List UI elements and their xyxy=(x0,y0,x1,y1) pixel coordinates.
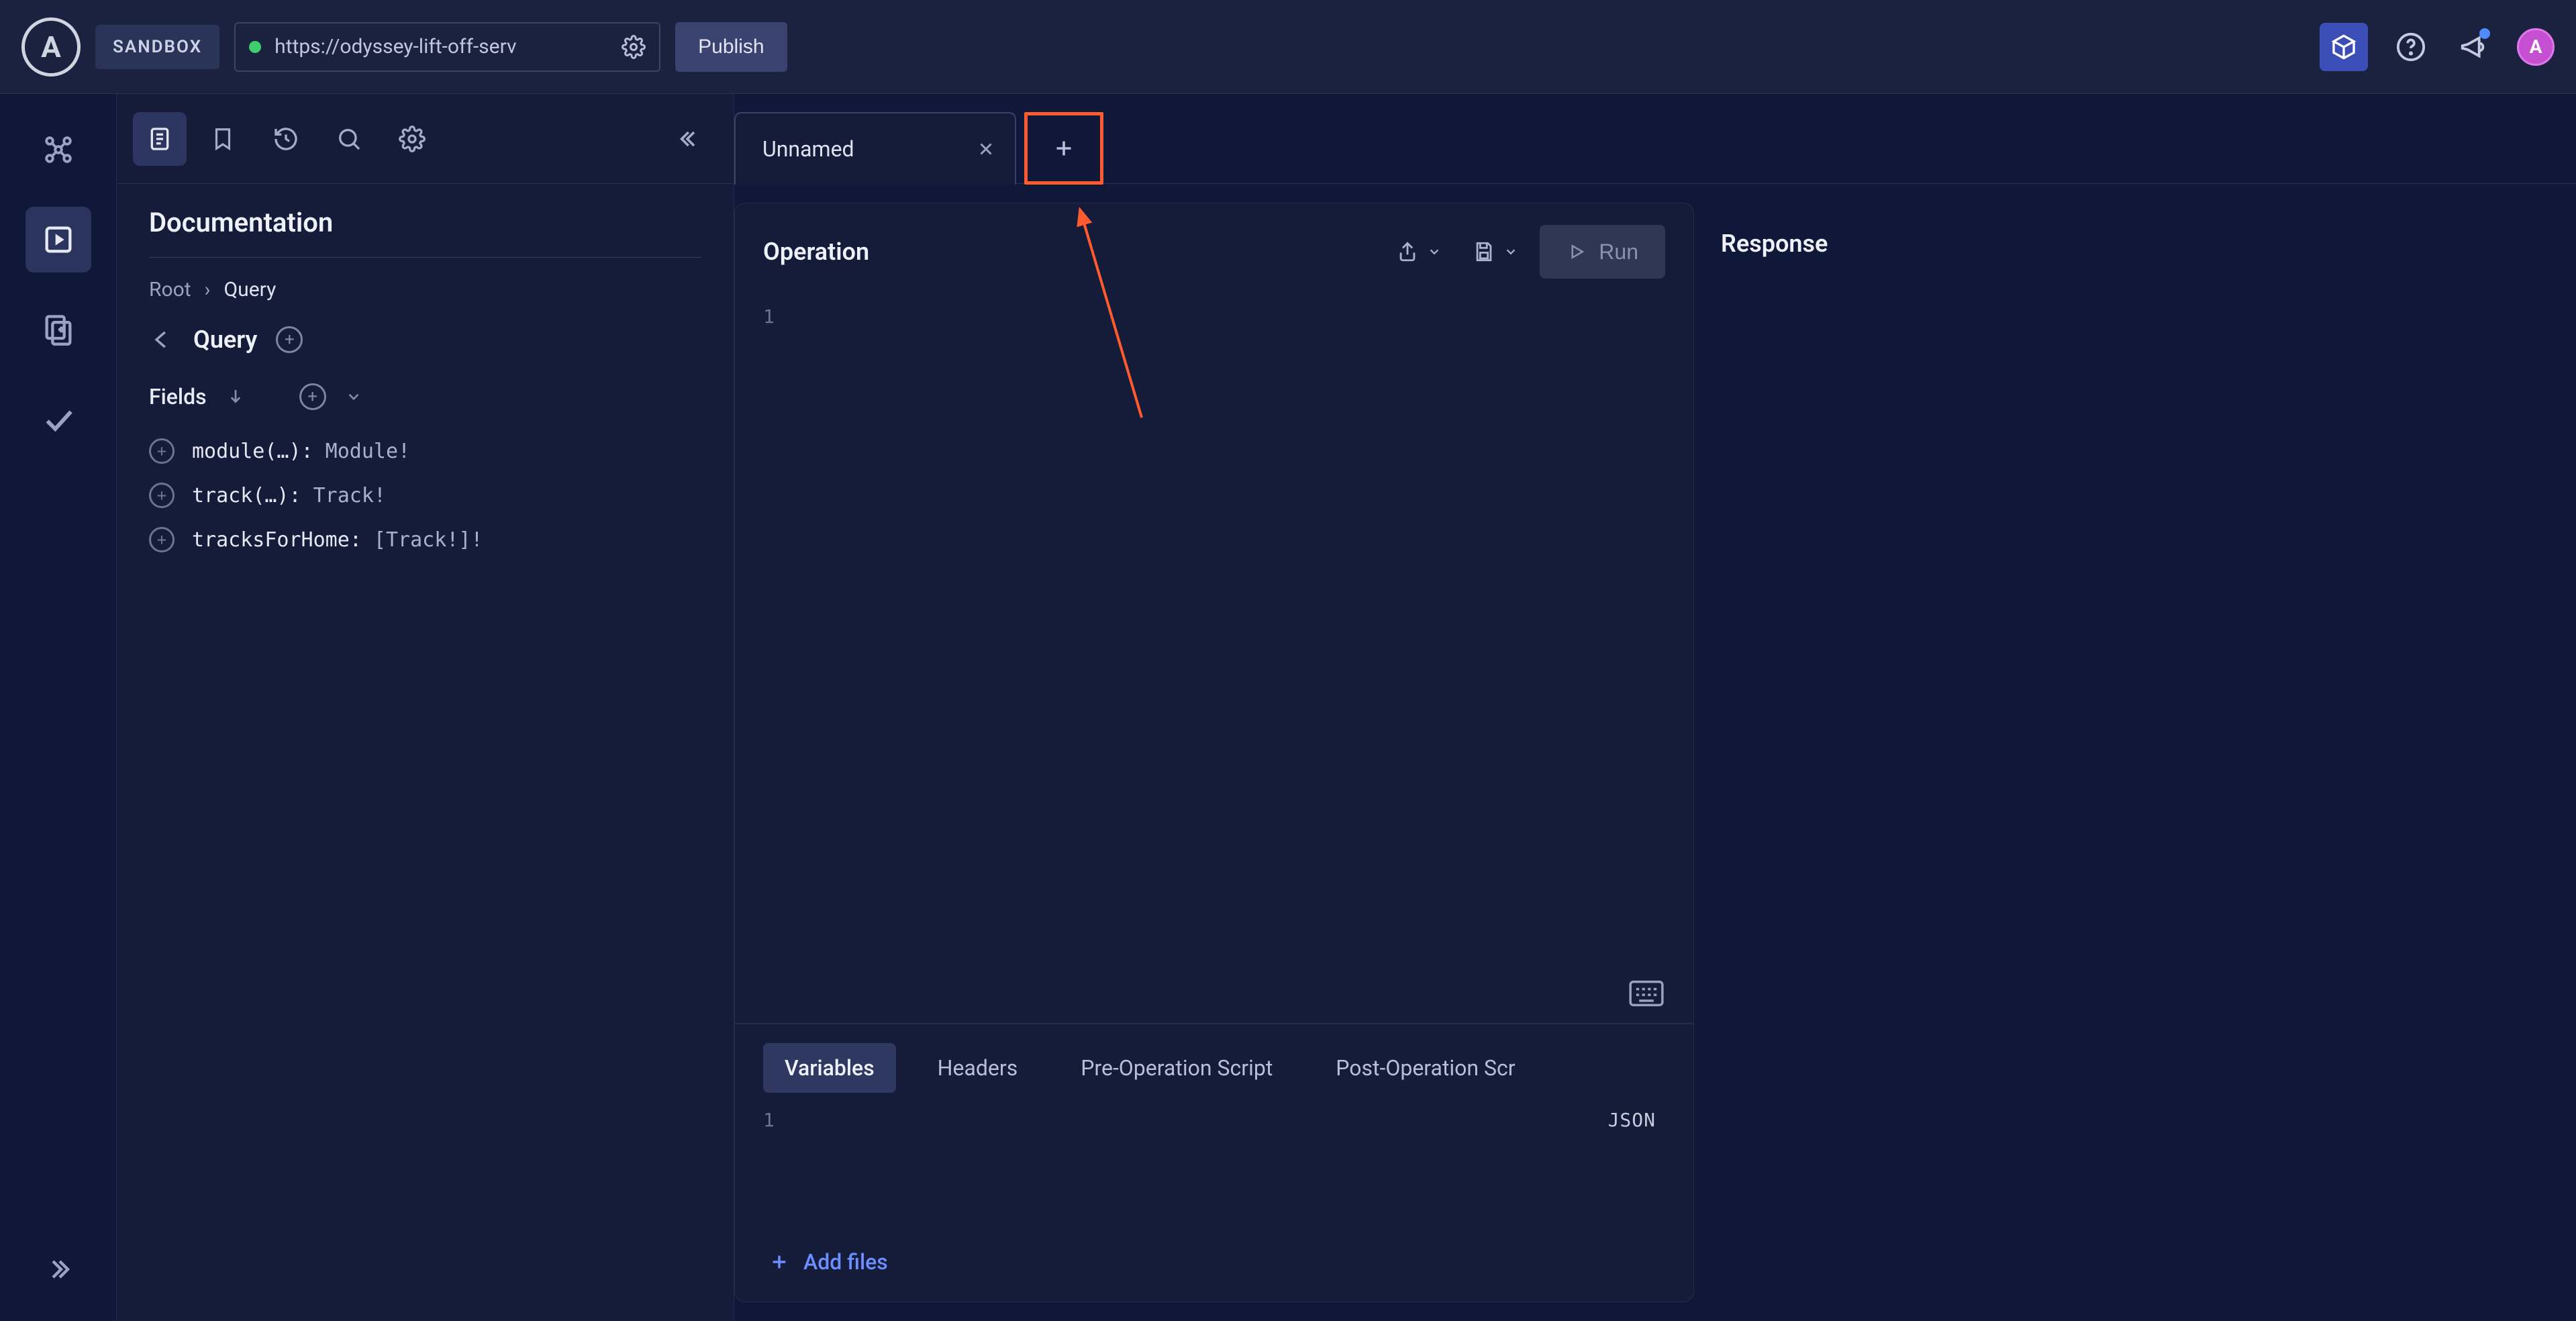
field-name: module xyxy=(192,440,264,463)
field-args: (…): xyxy=(252,484,301,507)
search-icon[interactable] xyxy=(322,112,376,166)
save-button[interactable] xyxy=(1463,234,1528,270)
topbar: A SANDBOX https://odyssey-lift-off-serv … xyxy=(0,0,2576,94)
field-type: Module! xyxy=(313,440,411,463)
response-title: Response xyxy=(1721,224,2549,258)
publish-button[interactable]: Publish xyxy=(675,22,787,72)
close-tab-icon[interactable] xyxy=(976,139,996,159)
response-panel: Response xyxy=(1694,203,2576,1302)
field-row[interactable]: + tracksForHome: [Track!]! xyxy=(149,518,701,562)
history-icon[interactable] xyxy=(259,112,313,166)
documentation-sidebar: Documentation Root › Query Query + xyxy=(117,94,734,1321)
operation-card: Operation xyxy=(734,203,1694,1302)
add-all-fields-button[interactable]: + xyxy=(299,383,326,410)
back-arrow-icon[interactable] xyxy=(149,327,175,352)
settings-icon[interactable] xyxy=(385,112,439,166)
sidebar-toolbar xyxy=(117,94,734,184)
add-files-button[interactable]: Add files xyxy=(735,1232,1693,1302)
status-dot-icon xyxy=(249,41,261,53)
operation-tab[interactable]: Unnamed xyxy=(734,112,1016,185)
documentation-title: Documentation xyxy=(149,207,701,258)
line-number: 1 xyxy=(763,305,775,328)
announcements-button[interactable] xyxy=(2454,27,2494,67)
endpoint-url-box[interactable]: https://odyssey-lift-off-serv xyxy=(234,22,660,72)
field-type: Track! xyxy=(301,484,386,507)
tab-post-operation-script[interactable]: Post-Operation Scr xyxy=(1314,1043,1536,1093)
new-tab-button[interactable] xyxy=(1024,112,1103,185)
workspace: Unnamed xyxy=(734,94,2576,1321)
sort-arrow-down-icon[interactable] xyxy=(226,387,246,407)
breadcrumb-separator-icon: › xyxy=(205,278,211,301)
rail-checks-icon[interactable] xyxy=(26,387,91,452)
run-button[interactable]: Run xyxy=(1540,225,1665,279)
collapse-sidebar-icon[interactable] xyxy=(664,112,717,166)
field-args: (…): xyxy=(264,440,313,463)
breadcrumb-root[interactable]: Root xyxy=(149,278,191,301)
bookmark-icon[interactable] xyxy=(196,112,250,166)
help-button[interactable] xyxy=(2391,27,2431,67)
breadcrumb-current: Query xyxy=(224,278,277,301)
operation-title: Operation xyxy=(763,238,869,266)
avatar-letter: A xyxy=(2530,36,2542,58)
apollo-logo-letter: A xyxy=(41,30,61,64)
fields-header: Fields + xyxy=(149,383,701,410)
variables-tabs: Variables Headers Pre-Operation Script P… xyxy=(735,1024,1693,1099)
field-name: tracksForHome xyxy=(192,528,350,552)
add-field-icon[interactable]: + xyxy=(149,527,175,552)
breadcrumb: Root › Query xyxy=(149,278,701,301)
nav-rail xyxy=(0,94,117,1321)
tab-pre-operation-script[interactable]: Pre-Operation Script xyxy=(1059,1043,1294,1093)
chevron-down-icon[interactable] xyxy=(345,388,362,405)
rail-diff-icon[interactable] xyxy=(26,297,91,362)
fields-list: + module(…): Module! + track(…): Track! … xyxy=(149,429,701,562)
endpoint-url-text: https://odyssey-lift-off-serv xyxy=(275,35,608,58)
field-name: track xyxy=(192,484,252,507)
field-row[interactable]: + module(…): Module! xyxy=(149,429,701,473)
variables-editor[interactable] xyxy=(735,1138,1693,1232)
variables-line-number: 1 xyxy=(763,1109,775,1131)
tab-label: Unnamed xyxy=(762,136,854,162)
format-label[interactable]: JSON xyxy=(1608,1109,1656,1131)
environment-badge: SANDBOX xyxy=(95,25,219,69)
add-type-button[interactable]: + xyxy=(276,326,303,353)
operation-editor[interactable]: 1 xyxy=(735,300,1693,1023)
field-args: : xyxy=(350,528,362,552)
sandbox-cube-button[interactable] xyxy=(2320,23,2368,71)
add-files-label: Add files xyxy=(803,1249,888,1275)
docs-tab-icon[interactable] xyxy=(133,112,187,166)
fields-label: Fields xyxy=(149,384,207,409)
share-button[interactable] xyxy=(1387,234,1451,270)
rail-schema-icon[interactable] xyxy=(26,117,91,183)
rail-expand-icon[interactable] xyxy=(26,1236,91,1302)
add-field-icon[interactable]: + xyxy=(149,438,175,464)
rail-explorer-icon[interactable] xyxy=(26,207,91,273)
notification-dot-icon xyxy=(2479,28,2490,39)
gear-icon[interactable] xyxy=(622,35,646,59)
tab-variables[interactable]: Variables xyxy=(763,1043,896,1093)
avatar[interactable]: A xyxy=(2517,28,2555,66)
field-row[interactable]: + track(…): Track! xyxy=(149,473,701,518)
tab-bar: Unnamed xyxy=(734,94,2576,184)
keyboard-icon[interactable] xyxy=(1629,980,1664,1007)
add-field-icon[interactable]: + xyxy=(149,483,175,508)
type-name: Query xyxy=(193,326,257,354)
field-type: [Track!]! xyxy=(362,528,483,552)
apollo-logo[interactable]: A xyxy=(21,17,81,77)
run-button-label: Run xyxy=(1599,240,1638,264)
tab-headers[interactable]: Headers xyxy=(916,1043,1040,1093)
